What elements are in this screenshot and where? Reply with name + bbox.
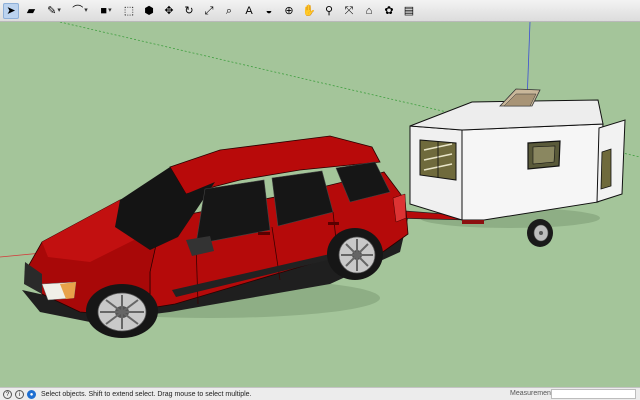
select-tool-button[interactable]: ➤ bbox=[3, 2, 19, 19]
car-rear-wheel bbox=[327, 228, 383, 280]
scale-icon: ⤢ bbox=[204, 4, 214, 17]
extension-warehouse-icon: ✿ bbox=[384, 4, 394, 17]
push-pull-icon: ⬚ bbox=[123, 4, 135, 17]
trailer-wheel bbox=[527, 219, 553, 247]
extension-warehouse-tool-button[interactable]: ✿ bbox=[381, 3, 397, 19]
status-bar: ? i ● Select objects. Shift to extend se… bbox=[0, 387, 640, 400]
eraser-tool-button[interactable]: ▰ bbox=[23, 3, 39, 19]
move-tool-button[interactable]: ✥ bbox=[161, 3, 177, 19]
geo-location-icon[interactable]: ? bbox=[3, 389, 12, 399]
zoom-tool-button[interactable]: ⚲ bbox=[321, 3, 337, 19]
move-icon: ✥ bbox=[164, 4, 174, 17]
credits-icon[interactable]: i bbox=[15, 389, 24, 399]
pan-hand-icon: ✋ bbox=[302, 4, 316, 17]
paint-bucket-tool-button[interactable]: ◒ bbox=[261, 3, 277, 19]
line-tool-button[interactable]: ✎ bbox=[43, 3, 65, 19]
zoom-extents-icon: ⤧ bbox=[344, 4, 354, 17]
offset-icon: ⬢ bbox=[144, 4, 154, 17]
text-icon: A bbox=[245, 4, 253, 17]
tape-measure-tool-button[interactable]: ⌕ bbox=[221, 3, 237, 19]
model-scene[interactable] bbox=[0, 22, 640, 387]
paint-bucket-icon: ◒ bbox=[265, 4, 273, 17]
text-tool-button[interactable]: A bbox=[241, 3, 257, 19]
zoom-extents-tool-button[interactable]: ⤧ bbox=[341, 3, 357, 19]
rectangle-icon: ■ bbox=[100, 4, 108, 17]
arrow-cursor-icon: ➤ bbox=[6, 4, 16, 17]
warehouse-icon: ⌂ bbox=[365, 4, 373, 17]
rotate-tool-button[interactable]: ↻ bbox=[181, 3, 197, 19]
shape-tool-button[interactable]: ■ bbox=[95, 3, 117, 19]
arc-icon: ⌒ bbox=[72, 4, 84, 17]
3d-viewport[interactable] bbox=[0, 22, 640, 387]
pan-tool-button[interactable]: ✋ bbox=[301, 3, 317, 19]
scale-tool-button[interactable]: ⤢ bbox=[201, 3, 217, 19]
zoom-icon: ⚲ bbox=[324, 4, 334, 17]
layout-icon: ▤ bbox=[403, 4, 415, 17]
measurements-input[interactable] bbox=[551, 389, 636, 399]
tape-measure-icon: ⌕ bbox=[225, 4, 233, 17]
pencil-icon: ✎ bbox=[47, 4, 57, 17]
user-account-icon[interactable]: ● bbox=[27, 389, 36, 399]
arc-tool-button[interactable]: ⌒ bbox=[69, 3, 91, 19]
toolbar: ➤ ▰ ✎ ⌒ ■ ⬚ ⬢ ✥ ↻ ⤢ ⌕ A ◒ ⊕ ✋ ⚲ ⤧ ⌂ ✿ ▤ bbox=[0, 0, 640, 22]
status-message: Select objects. Shift to extend select. … bbox=[41, 390, 252, 398]
car-front-wheel bbox=[86, 284, 158, 338]
rotate-icon: ↻ bbox=[184, 4, 194, 17]
orbit-icon: ⊕ bbox=[284, 4, 294, 17]
push-pull-tool-button[interactable]: ⬚ bbox=[121, 3, 137, 19]
eraser-icon: ▰ bbox=[26, 4, 36, 17]
orbit-tool-button[interactable]: ⊕ bbox=[281, 3, 297, 19]
warehouse-tool-button[interactable]: ⌂ bbox=[361, 3, 377, 19]
layout-tool-button[interactable]: ▤ bbox=[401, 3, 417, 19]
measurements-label: Measurements bbox=[510, 390, 557, 397]
offset-tool-button[interactable]: ⬢ bbox=[141, 3, 157, 19]
